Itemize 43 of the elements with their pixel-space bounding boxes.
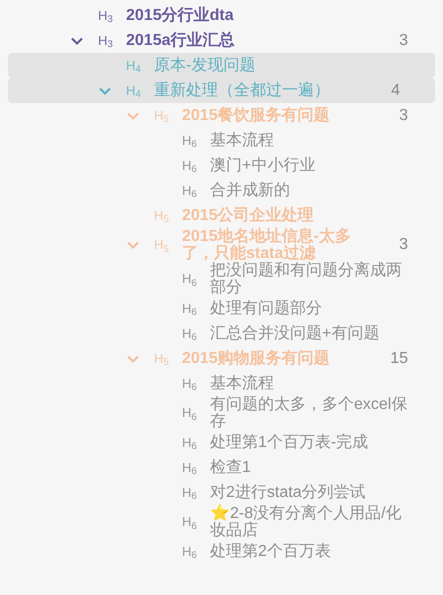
outline-heading[interactable]: 汇总合并没问题+有问题 [210, 325, 380, 342]
outline-heading[interactable]: 把没问题和有问题分离成两部分 [210, 262, 408, 296]
heading-level-label: H$_{4}$ [126, 56, 142, 76]
count-label: 15 [389, 348, 408, 368]
heading-level-label: H$_{5}$ [154, 236, 170, 255]
heading-level-label: H$_{6}$ [182, 434, 198, 452]
outline-heading[interactable]: 基本流程 [210, 375, 274, 392]
outline-heading[interactable]: 检查1 [210, 459, 251, 476]
count-label: 3 [398, 235, 408, 255]
heading-level-label: H$_{6}$ [182, 374, 198, 394]
heading-level-label: H$_{5}$ [154, 206, 170, 226]
outline-heading[interactable]: 对2进行stata分列尝试 [210, 484, 366, 501]
heading-level-label: H$_{5}$ [154, 106, 170, 126]
outline-heading[interactable]: 处理有问题部分 [210, 300, 322, 317]
heading-level-label: H$_{6}$ [182, 324, 198, 344]
heading-level-label: H$_{6}$ [182, 156, 198, 176]
heading-level-label: H$_{6}$ [182, 300, 198, 318]
heading-level-label: H$_{6}$ [182, 484, 198, 502]
heading-level-label: H$_{6}$ [182, 182, 198, 200]
outline-heading[interactable]: 2015a行业汇总 [126, 32, 234, 49]
heading-level-label: H$_{6}$ [182, 458, 198, 478]
heading-level-label: H$_{3}$ [98, 6, 114, 26]
outline-heading[interactable]: 合并成新的 [210, 182, 290, 199]
outline-heading[interactable]: 2015分行业dta [126, 7, 234, 24]
heading-level-label: H$_{3}$ [98, 32, 114, 50]
outline-heading[interactable]: 澳门+中小行业 [210, 157, 316, 174]
outline-heading[interactable]: 重新处理（全都过一遍） [154, 82, 330, 99]
outline-heading[interactable]: ⭐2-8没有分离个人用品/化妆品店 [210, 505, 408, 539]
heading-level-label: H$_{4}$ [126, 82, 142, 100]
outline-heading[interactable]: 处理第2个百万表 [210, 543, 331, 560]
heading-level-label: H$_{6}$ [182, 542, 198, 562]
count-label: 3 [398, 30, 408, 50]
count-label: 3 [398, 106, 408, 126]
heading-level-label: H$_{6}$ [182, 404, 198, 423]
heading-level-label: H$_{6}$ [182, 132, 198, 150]
count-label: 4 [390, 80, 400, 100]
heading-level-label: H$_{5}$ [154, 350, 170, 368]
outline-heading[interactable]: 有问题的太多，多个excel保存 [210, 396, 408, 430]
outline-heading[interactable]: 基本流程 [210, 132, 274, 149]
heading-level-label: H$_{6}$ [182, 513, 198, 532]
outline-heading[interactable]: 原本-发现问题 [154, 57, 256, 74]
heading-level-label: H$_{6}$ [182, 270, 198, 289]
outline-heading[interactable]: 处理第1个百万表-完成 [210, 434, 368, 451]
